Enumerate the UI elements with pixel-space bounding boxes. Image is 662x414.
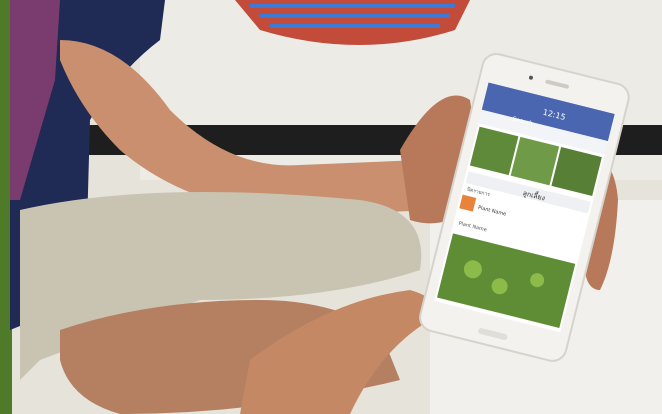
photo-scene: 12:15 Search ลูกเลี้ยง Plant Name ปิดราย… [0, 0, 662, 414]
scene-illustration: 12:15 Search ลูกเลี้ยง Plant Name ปิดราย… [0, 0, 662, 414]
